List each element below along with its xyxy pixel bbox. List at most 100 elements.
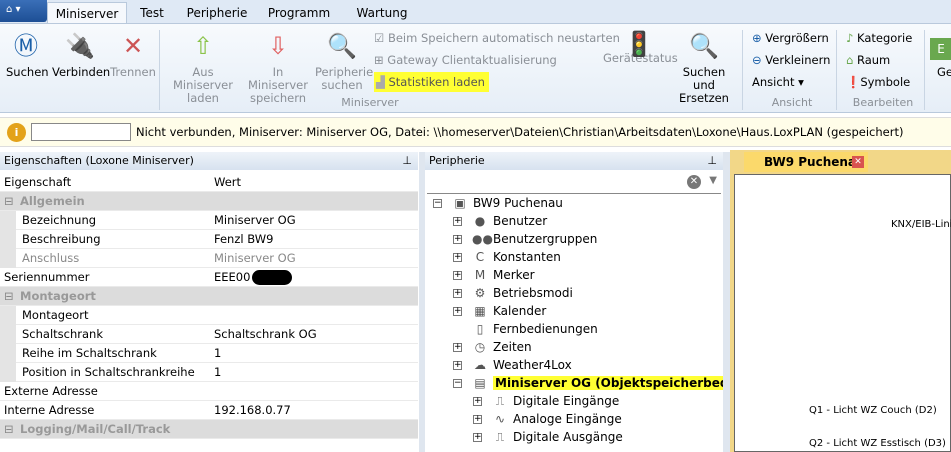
expand-icon[interactable]: + — [453, 343, 462, 352]
ansicht-dropdown[interactable]: Ansicht ▾ — [752, 72, 804, 92]
tree-item[interactable]: + ● Benutzer — [453, 212, 547, 230]
property-row[interactable]: Anschluss Miniserver OG — [0, 249, 418, 268]
collapse-icon[interactable]: ⊟ — [4, 192, 14, 211]
tab-programm[interactable]: Programm — [257, 2, 341, 24]
expand-icon[interactable]: + — [473, 433, 482, 442]
splitter[interactable] — [723, 152, 730, 452]
label: Raum — [856, 53, 891, 67]
dropdown-arrow-icon[interactable]: ▼ — [709, 175, 717, 186]
expand-icon[interactable]: + — [453, 271, 462, 280]
pin-icon[interactable]: ⊥ — [707, 152, 717, 170]
divider — [836, 30, 837, 110]
property-category[interactable]: ⊟ Montageort — [0, 287, 418, 306]
in-miniserver-speichern-button[interactable]: ⇩ In Miniserver speichern — [243, 30, 313, 105]
tree-item[interactable]: + M Merker — [453, 266, 535, 284]
tree-item[interactable]: + ◷ Zeiten — [453, 338, 532, 356]
divider — [159, 30, 160, 110]
property-value[interactable]: Miniserver OG — [214, 211, 296, 230]
property-row[interactable]: Montageort — [0, 306, 418, 325]
zoom-out-button[interactable]: ⊖ Verkleinern — [752, 50, 830, 70]
property-category[interactable]: ⊟ Logging/Mail/Call/Track — [0, 420, 418, 439]
tab-test[interactable]: Test — [127, 2, 177, 24]
property-row[interactable]: Beschreibung Fenzl BW9 — [0, 230, 418, 249]
tree-item[interactable]: + ⎍ Digitale Ausgänge — [473, 428, 623, 446]
tree-item[interactable]: + ☁ Weather4Lox — [453, 356, 572, 374]
collapse-icon[interactable]: ⊟ — [4, 287, 14, 306]
tree-item[interactable]: + C Konstanten — [453, 248, 561, 266]
verbinden-button[interactable]: 🔌 Verbinden — [52, 30, 110, 79]
property-value[interactable]: EEE00 — [214, 268, 250, 287]
column-header: Eigenschaft — [4, 175, 72, 189]
raum-button[interactable]: ⌂ Raum — [846, 50, 890, 70]
expand-icon[interactable]: + — [453, 217, 462, 226]
green-box-icon: E — [930, 38, 951, 60]
tree-item[interactable]: + ⚙ Betriebsmodi — [453, 284, 573, 302]
property-value[interactable]: 1 — [214, 344, 221, 363]
tree-item-label: Digitale Eingänge — [513, 394, 620, 408]
suchen-ersetzen-button[interactable]: 🔍 Suchen und Ersetzen — [670, 30, 738, 105]
tree-node-icon: ●● — [472, 232, 493, 246]
clear-search-icon[interactable]: ✕ — [687, 175, 701, 189]
collapse-icon[interactable]: ⊟ — [4, 420, 14, 439]
traffic-light-icon: 🚦 — [624, 30, 654, 58]
tab-peripherie[interactable]: Peripherie — [177, 2, 257, 24]
tree-node-icon: ◷ — [474, 340, 486, 354]
property-row[interactable]: Externe Adresse — [0, 382, 418, 401]
info-input[interactable] — [31, 123, 131, 141]
autorestart-checkbox[interactable]: ☑ Beim Speichern automatisch neustarten — [374, 28, 620, 48]
zoom-in-button[interactable]: ⊕ Vergrößern — [752, 28, 829, 48]
tree-item[interactable]: + ∿ Analoge Eingänge — [473, 410, 622, 428]
collapse-icon[interactable]: − — [453, 379, 462, 388]
tree-item[interactable]: + ⎍ Digitale Eingänge — [473, 392, 619, 410]
tree-item[interactable]: ▯ Fernbedienungen — [453, 320, 598, 338]
tree-search: ✕ ▼ — [427, 172, 721, 194]
peripherie-suchen-button[interactable]: 🔍 Peripherie suchen — [315, 30, 373, 92]
tree-search-input[interactable] — [427, 172, 677, 192]
property-row[interactable]: Schaltschrank Schaltschrank OG — [0, 325, 418, 344]
expand-icon[interactable]: + — [453, 253, 462, 262]
expand-icon[interactable]: + — [473, 397, 482, 406]
expand-icon[interactable]: + — [453, 307, 462, 316]
gateway-update-button[interactable]: ⊞ Gateway Clientaktualisierung — [374, 50, 557, 70]
property-category[interactable]: ⊟ Allgemein — [0, 192, 418, 211]
pin-icon[interactable]: ⊥ — [402, 152, 412, 170]
property-row[interactable]: Seriennummer EEE00 — [0, 268, 418, 287]
property-row[interactable]: Position in Schaltschrankreihe 1 — [0, 363, 418, 382]
expand-icon[interactable]: + — [453, 235, 462, 244]
tab-wartung[interactable]: Wartung — [341, 2, 423, 24]
property-row[interactable]: Interne Adresse 192.168.0.77 — [0, 401, 418, 420]
tree-item-label: Analoge Eingänge — [513, 412, 622, 426]
category-icon: ♪ — [846, 31, 857, 45]
program-canvas[interactable]: KNX/EIB-Linie Q1 - Licht WZ Couch (D2) Q… — [734, 174, 951, 452]
tree-item[interactable]: − ▤ Miniserver OG (Objektspeicherbedarf ge… — [453, 374, 743, 392]
property-row[interactable]: Reihe im Schaltschrank 1 — [0, 344, 418, 363]
collapse-icon[interactable]: − — [433, 199, 442, 208]
application-menu-button[interactable]: ⌂ ▾ — [0, 0, 47, 22]
property-value[interactable]: 192.168.0.77 — [214, 401, 291, 420]
property-value[interactable]: Schaltschrank OG — [214, 325, 317, 344]
document-tab[interactable]: BW9 Puchenau ✕ — [744, 152, 868, 172]
tree-item[interactable]: − ▣ BW9 Puchenau — [433, 194, 563, 212]
magnifier-icon: 🔍 — [327, 31, 357, 60]
label: Suchen — [6, 65, 49, 79]
trennen-button[interactable]: ✕ Trennen — [110, 30, 156, 79]
statistiken-laden-button[interactable]: ▟ Statistiken laden — [374, 72, 489, 92]
property-value[interactable]: 1 — [214, 363, 221, 382]
kategorie-button[interactable]: ♪ Kategorie — [846, 28, 912, 48]
property-value[interactable]: Fenzl BW9 — [214, 230, 273, 249]
expand-icon[interactable]: + — [473, 415, 482, 424]
aus-miniserver-laden-button[interactable]: ⇧ Aus Miniserver laden — [164, 30, 242, 105]
expand-icon[interactable]: + — [453, 289, 462, 298]
property-value[interactable]: Miniserver OG — [214, 249, 296, 268]
tree-item[interactable]: + ▦ Kalender — [453, 302, 546, 320]
symbole-button[interactable]: ❗Symbole — [846, 72, 910, 92]
tree-item[interactable]: + ●●Benutzergruppen — [453, 230, 597, 248]
tab-miniserver[interactable]: Miniserver — [47, 2, 127, 24]
suchen-button[interactable]: Ⓜ Suchen — [6, 30, 49, 79]
property-name: Position in Schaltschrankreihe — [22, 365, 195, 379]
close-icon[interactable]: ✕ — [852, 156, 864, 168]
generate-button[interactable]: E Ge — [930, 30, 951, 79]
property-row[interactable]: Bezeichnung Miniserver OG — [0, 211, 418, 230]
expand-icon[interactable]: + — [453, 361, 462, 370]
group-label-ansicht: Ansicht — [771, 96, 813, 109]
